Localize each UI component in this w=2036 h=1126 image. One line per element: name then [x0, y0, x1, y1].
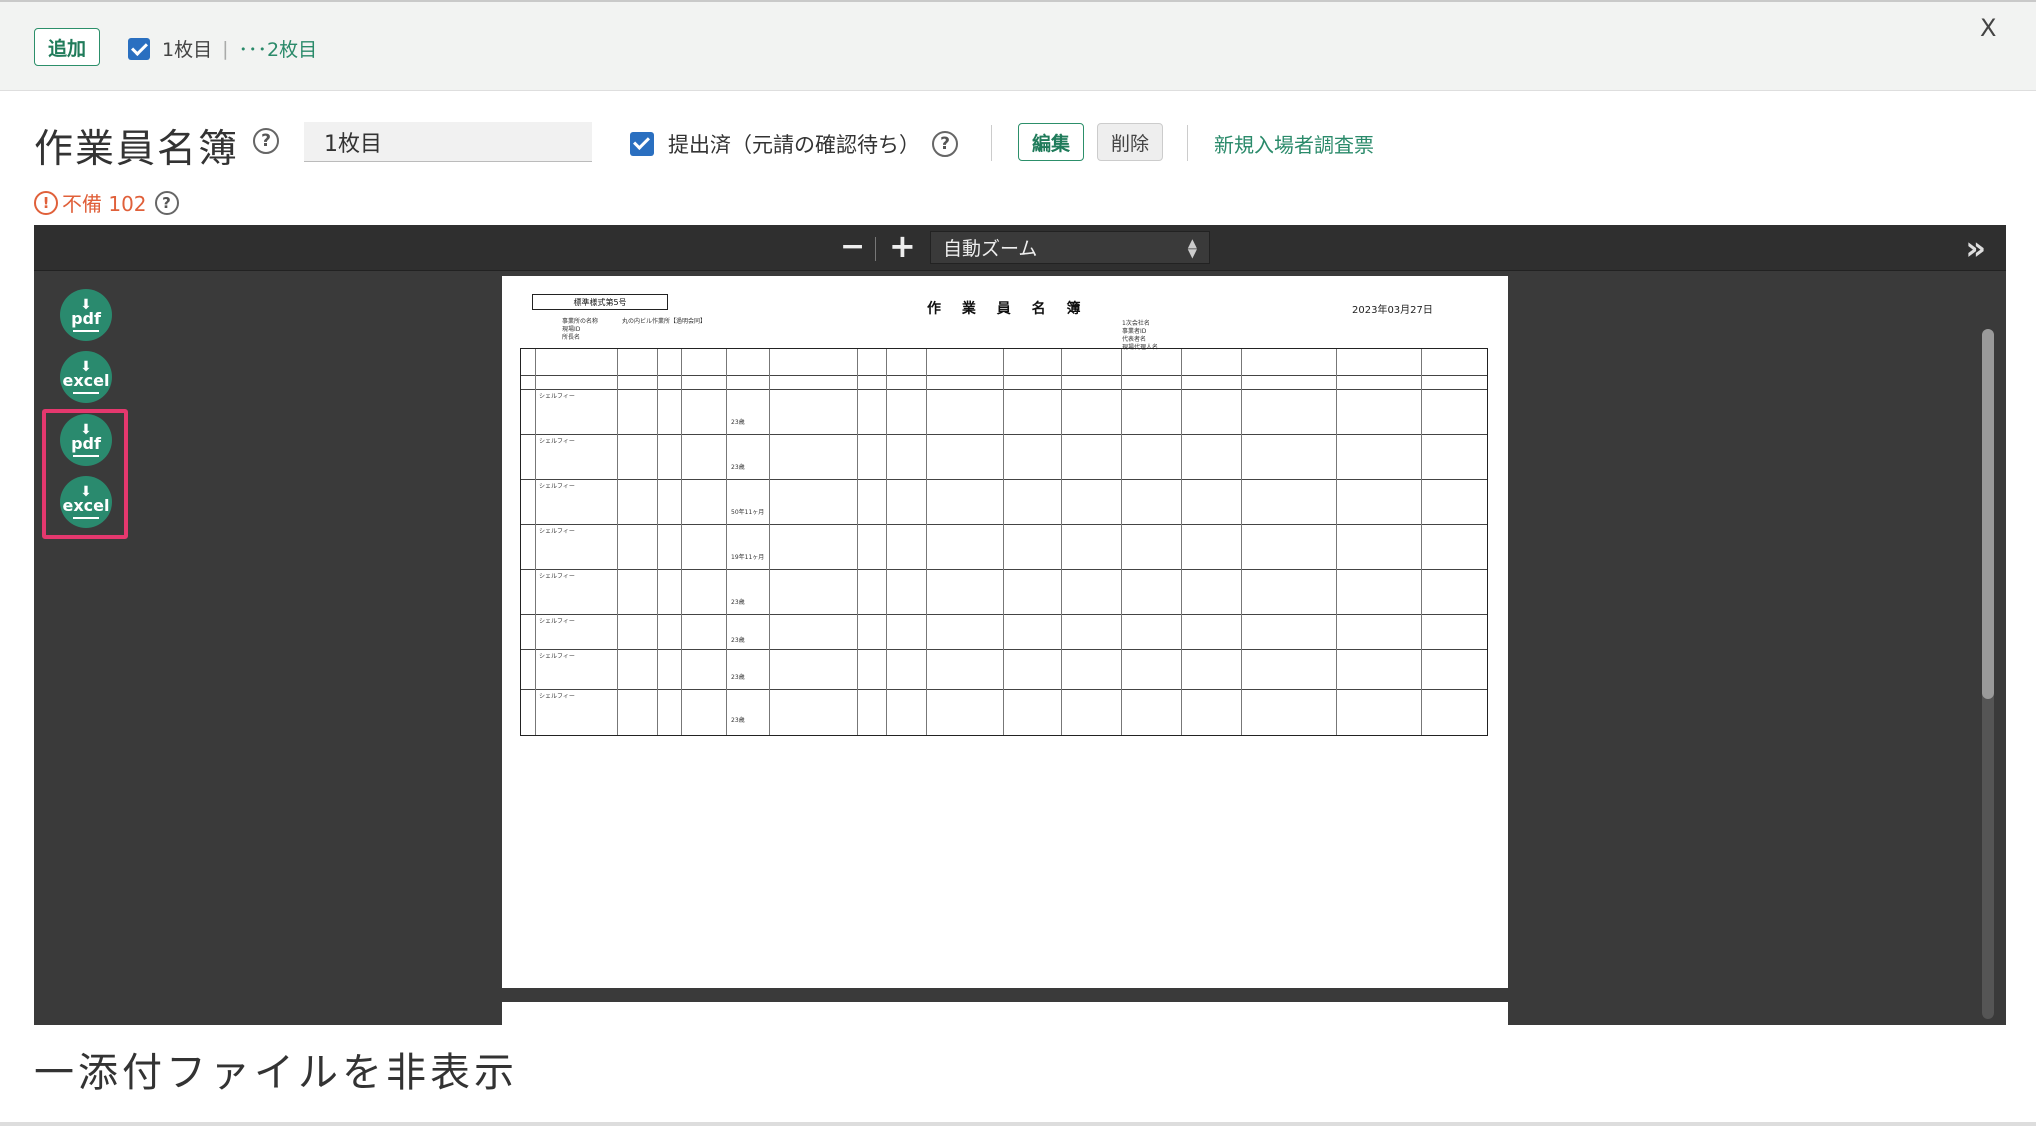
worker-name: シェルフィー	[539, 393, 575, 400]
viewer-toolbar: − + 自動ズーム ▲ ▼ »	[34, 225, 2006, 271]
worker-age: 23歳	[731, 674, 745, 681]
worker-name: シェルフィー	[539, 438, 575, 445]
add-button[interactable]: 追加	[34, 28, 100, 66]
defect-help-icon[interactable]: ?	[154, 190, 179, 215]
worker-name: シェルフィー	[539, 618, 575, 625]
download-underline	[73, 329, 99, 332]
zoom-label: 自動ズーム	[943, 238, 1038, 260]
toolbar-divider	[875, 237, 876, 261]
sheet-name-input[interactable]	[304, 122, 592, 162]
zoom-in-button[interactable]: +	[889, 227, 916, 265]
download-excel-button[interactable]: ⬇ excel	[60, 476, 112, 528]
download-underline	[73, 454, 99, 457]
close-button[interactable]: X	[1980, 14, 1996, 42]
page-title: 作業員名簿	[34, 127, 240, 172]
divider	[991, 125, 992, 161]
download-pdf-button[interactable]: ⬇ pdf	[60, 289, 112, 341]
office-name: 丸の内ビル作業所【過明会同】	[622, 318, 707, 325]
scrollbar-thumb[interactable]	[1982, 329, 1994, 699]
zoom-select[interactable]: 自動ズーム ▲ ▼	[930, 231, 1210, 264]
edit-button[interactable]: 編集	[1018, 123, 1084, 161]
select-arrows-icon: ▲ ▼	[1187, 236, 1197, 260]
submitted-status: 提出済（元請の確認待ち） ?	[630, 129, 958, 159]
tab-divider: |	[222, 37, 229, 60]
hide-attachments-toggle[interactable]: 一添付ファイルを非表示	[34, 1040, 518, 1098]
download-pdf-button[interactable]: ⬇ pdf	[60, 414, 112, 466]
sheet-tabs: 1枚目 | ･･･2枚目	[128, 35, 317, 62]
pdf-viewer: − + 自動ズーム ▲ ▼ » ⬇ pdf ⬇ excel ⬇ pdf ⬇ exc…	[34, 225, 2006, 1032]
document-page-2	[502, 1002, 1508, 1032]
worker-age: 23歳	[731, 419, 745, 426]
divider	[0, 1122, 2036, 1126]
download-label: pdf	[71, 308, 101, 328]
download-underline	[73, 391, 99, 394]
download-label: pdf	[71, 433, 101, 453]
tab-sheet2[interactable]: ･･･2枚目	[239, 35, 318, 62]
download-label: excel	[62, 495, 110, 515]
defect-label: 不備 102	[62, 192, 147, 216]
document-date: 2023年03月27日	[1352, 305, 1433, 316]
download-underline	[73, 516, 99, 519]
worker-name: シェルフィー	[539, 528, 575, 535]
top-bar: 追加 1枚目 | ･･･2枚目 X	[0, 0, 2036, 91]
worker-name: シェルフィー	[539, 693, 575, 700]
help-icon[interactable]: ?	[253, 128, 279, 154]
divider	[1187, 125, 1188, 161]
worker-age: 19年11ヶ月	[731, 554, 765, 561]
submitted-checkbox[interactable]	[630, 132, 654, 156]
delete-button[interactable]: 削除	[1097, 123, 1163, 161]
worker-name: シェルフィー	[539, 483, 575, 490]
sheet1-checkbox[interactable]	[128, 37, 150, 60]
worker-age: 23歳	[731, 717, 745, 724]
double-chevron-right-icon[interactable]: »	[1965, 229, 1986, 267]
warning-icon: !	[34, 190, 58, 215]
worker-name: シェルフィー	[539, 573, 575, 580]
document-page: 標準様式第5号 作 業 員 名 簿 2023年03月27日 丸の内ビル作業所【過…	[502, 276, 1508, 988]
defect-count: ! 不備 102 ?	[34, 188, 179, 217]
zoom-out-button[interactable]: −	[840, 229, 865, 264]
worker-table: シェルフィー シェルフィー シェルフィー シェルフィー シェルフィー シェルフィ…	[520, 348, 1488, 736]
form-label: 標準様式第5号	[532, 294, 668, 310]
new-entry-survey-link[interactable]: 新規入場者調査票	[1214, 129, 1374, 158]
viewer-body: ⬇ pdf ⬇ excel ⬇ pdf ⬇ excel 標準様式第5号 作 業 …	[34, 271, 2006, 1032]
worker-age: 23歳	[731, 464, 745, 471]
submitted-help-icon[interactable]: ?	[932, 131, 958, 157]
document-title: 作 業 員 名 簿	[927, 301, 1089, 317]
worker-age: 50年11ヶ月	[731, 509, 765, 516]
worker-age: 23歳	[731, 599, 745, 606]
tab-sheet1[interactable]: 1枚目	[162, 35, 212, 62]
download-excel-button[interactable]: ⬇ excel	[60, 351, 112, 403]
download-label: excel	[62, 370, 110, 390]
submitted-label: 提出済（元請の確認待ち）	[668, 133, 920, 157]
worker-age: 23歳	[731, 637, 745, 644]
worker-name: シェルフィー	[539, 653, 575, 660]
office-label: 事業所の名称 現場ID 所長名	[562, 318, 599, 341]
